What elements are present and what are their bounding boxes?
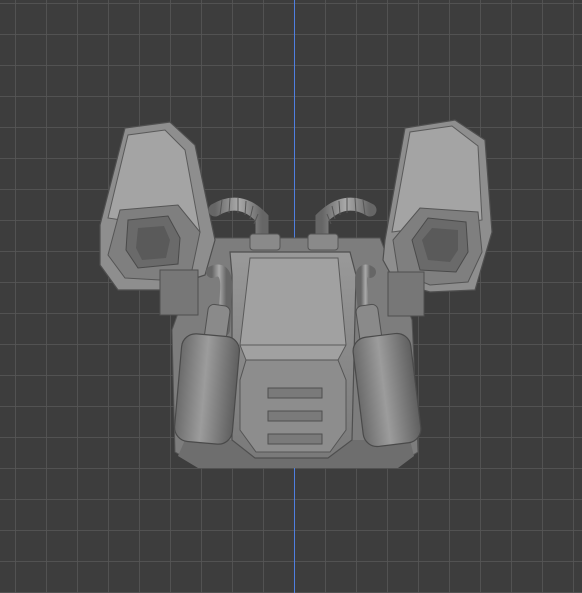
backpack-model[interactable] — [0, 0, 582, 593]
vent-slats — [267, 387, 323, 445]
left-thruster-pod — [99, 121, 216, 316]
right-thruster-pod — [382, 119, 493, 317]
central-body — [229, 251, 357, 459]
3d-viewport[interactable] — [0, 0, 582, 593]
